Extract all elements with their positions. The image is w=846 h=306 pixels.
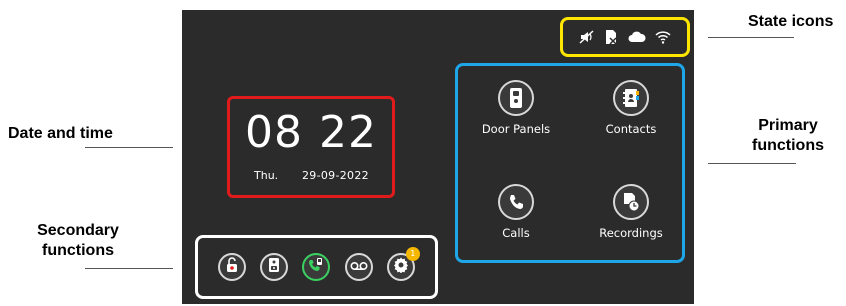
unlock-button[interactable] [218, 253, 247, 281]
annotation-line-primary [708, 163, 796, 164]
door-panel-icon [498, 80, 534, 116]
annotation-line-date-and-time [85, 147, 173, 148]
wifi-icon [655, 30, 671, 44]
secondary-functions-bar: 1 [195, 235, 438, 299]
contacts-button[interactable]: Contacts [576, 80, 686, 136]
calls-button[interactable]: Calls [461, 184, 571, 240]
weekday: Thu. [254, 169, 279, 182]
voicemail-button[interactable] [344, 253, 373, 281]
annotation-primary-functions: Primary functions [748, 116, 828, 156]
settings-icon [393, 257, 409, 278]
voicemail-icon [350, 258, 368, 276]
annotation-line-state-icons [708, 37, 794, 38]
state-icons-bar [560, 17, 690, 57]
annotation-secondary-line1: Secondary [37, 222, 119, 239]
camera-snapshot-icon [267, 257, 281, 278]
annotation-line-secondary [85, 268, 173, 269]
annotation-state-icons: State icons [748, 13, 834, 30]
annotation-date-and-time: Date and time [8, 125, 113, 142]
recordings-label: Recordings [599, 226, 663, 240]
annotation-secondary-functions: Secondary functions [30, 221, 126, 261]
primary-functions-panel: Door Panels Contacts Calls Recordings [455, 63, 685, 263]
unlock-icon [226, 256, 238, 278]
recordings-button[interactable]: Recordings [576, 184, 686, 240]
annotation-primary-line1: Primary [758, 117, 818, 134]
date-time-panel: 08 22 Thu. 29-09-2022 [227, 96, 395, 198]
cloud-icon [628, 31, 646, 43]
clock-hours: 08 [245, 107, 303, 158]
door-panels-label: Door Panels [481, 122, 551, 136]
intercom-call-button[interactable] [302, 253, 331, 281]
annotation-secondary-line2: functions [42, 242, 114, 259]
recordings-icon [613, 184, 649, 220]
settings-notification-badge: 1 [405, 247, 420, 261]
date: 29-09-2022 [302, 169, 369, 182]
clock-minutes: 22 [319, 107, 377, 158]
contacts-label: Contacts [605, 122, 657, 136]
intercom-call-icon [308, 257, 324, 278]
snapshot-button[interactable] [260, 253, 289, 281]
settings-button[interactable]: 1 [386, 247, 420, 281]
calls-label: Calls [502, 226, 530, 240]
annotation-primary-line2: functions [752, 137, 824, 154]
phone-icon [498, 184, 534, 220]
speaker-muted-icon [579, 30, 595, 44]
sd-card-missing-icon [604, 29, 618, 45]
clock: 08 22 [230, 107, 392, 158]
door-panels-button[interactable]: Door Panels [461, 80, 571, 136]
contacts-book-icon [613, 80, 649, 116]
